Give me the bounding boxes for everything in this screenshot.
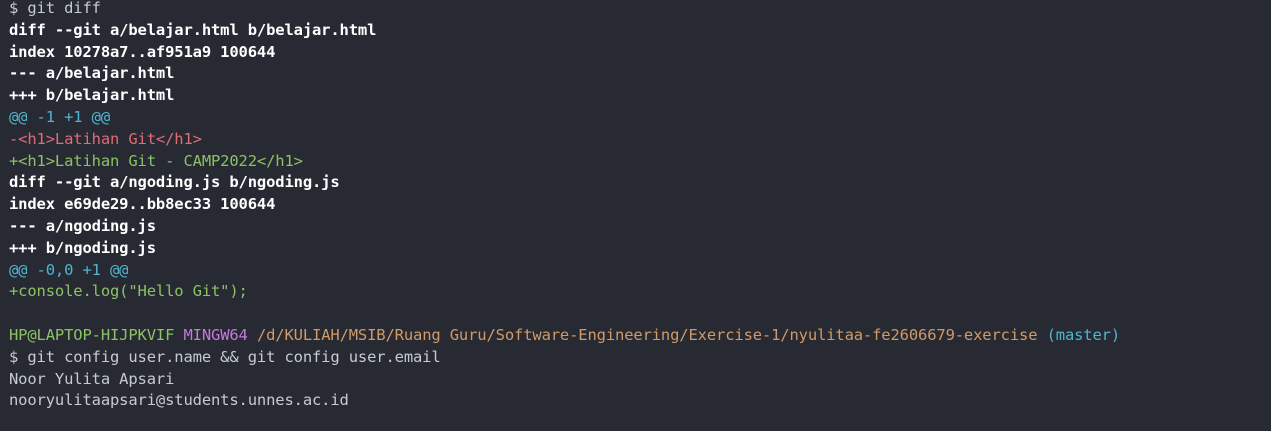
diff-added-line-ngoding: +console.log("Hello Git");: [9, 282, 248, 301]
diff-old-file-ngoding: --- a/ngoding.js: [9, 216, 156, 235]
diff-index-ngoding: index e69de29..bb8ec33 100644: [9, 195, 276, 214]
diff-hunk-belajar: @@ -1 +1 @@: [9, 107, 110, 126]
diff-index-belajar: index 10278a7..af951a9 100644: [9, 42, 276, 61]
output-user-name: Noor Yulita Apsari: [9, 369, 175, 388]
shell-prompt: HP@LAPTOP-HIJPKVIF MINGW64 /d/KULIAH/MSI…: [9, 325, 1271, 347]
diff-header-ngoding: diff --git a/ngoding.js b/ngoding.js: [9, 173, 340, 192]
prompt-user-host: HP@LAPTOP-HIJPKVIF: [9, 325, 175, 344]
terminal-window[interactable]: $ git diff diff --git a/belajar.html b/b…: [0, 0, 1271, 431]
prompt-path: /d/KULIAH/MSIB/Ruang Guru/Software-Engin…: [256, 325, 1038, 344]
diff-old-file-belajar: --- a/belajar.html: [9, 64, 175, 83]
diff-added-line-belajar: +<h1>Latihan Git - CAMP2022</h1>: [9, 151, 303, 170]
diff-header-belajar: diff --git a/belajar.html b/belajar.html: [9, 20, 377, 39]
command-git-diff: $ git diff: [9, 0, 101, 17]
diff-removed-line-belajar: -<h1>Latihan Git</h1>: [9, 129, 202, 148]
diff-new-file-ngoding: +++ b/ngoding.js: [9, 238, 156, 257]
command-git-config: $ git config user.name && git config use…: [9, 347, 441, 366]
output-user-email: nooryulitaapsari@students.unnes.ac.id: [9, 391, 349, 410]
prompt-system: MINGW64: [183, 325, 248, 344]
prompt-branch: (master): [1046, 325, 1121, 344]
diff-hunk-ngoding: @@ -0,0 +1 @@: [9, 260, 129, 279]
diff-new-file-belajar: +++ b/belajar.html: [9, 86, 175, 105]
